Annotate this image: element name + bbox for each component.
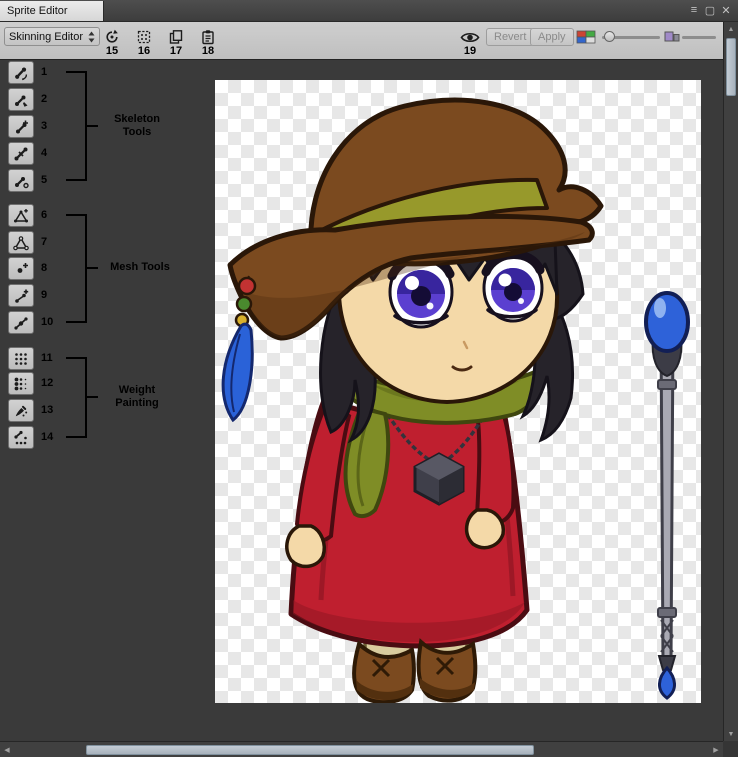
dropdown-arrows-icon bbox=[88, 31, 95, 43]
scroll-right-arrow[interactable]: ▶ bbox=[711, 742, 721, 757]
scroll-left-arrow[interactable]: ◀ bbox=[2, 742, 12, 757]
mip-slider[interactable] bbox=[682, 36, 716, 39]
visibility-button[interactable] bbox=[458, 27, 482, 47]
title-bar: Sprite Editor ≡ ▢ ✕ bbox=[0, 0, 738, 22]
window-tab-sprite-editor[interactable]: Sprite Editor bbox=[0, 1, 104, 21]
mode-dropdown[interactable]: Skinning Editor bbox=[4, 27, 100, 46]
staff bbox=[646, 293, 688, 698]
apply-button[interactable]: Apply bbox=[530, 28, 574, 46]
scroll-down-arrow[interactable]: ▼ bbox=[724, 729, 738, 739]
revert-button[interactable]: Revert bbox=[486, 28, 534, 46]
sprite-sheet-toggle-button[interactable] bbox=[132, 27, 156, 47]
annotation-number: 19 bbox=[458, 45, 482, 57]
paste-button[interactable] bbox=[196, 27, 220, 47]
copy-button[interactable] bbox=[164, 27, 188, 47]
annotation-number: 15 bbox=[100, 45, 124, 57]
zoom-slider-thumb[interactable] bbox=[604, 31, 615, 42]
close-icon[interactable]: ✕ bbox=[718, 0, 734, 20]
group-label-skeleton-tools: Skeleton Tools bbox=[100, 113, 174, 139]
group-label-mesh-tools: Mesh Tools bbox=[96, 261, 184, 274]
color-channels-button[interactable] bbox=[574, 29, 598, 45]
scroll-up-arrow[interactable]: ▲ bbox=[724, 24, 738, 34]
vertical-scrollbar[interactable]: ▲ ▼ bbox=[723, 22, 738, 741]
visibility-eye-icon bbox=[460, 31, 480, 44]
maximize-icon[interactable]: ▢ bbox=[702, 0, 718, 20]
horizontal-scrollbar[interactable]: ◀ ▶ bbox=[0, 741, 723, 757]
sprite-editor-window: Sprite Editor ≡ ▢ ✕ Skinning Editor 15 1… bbox=[0, 0, 738, 757]
pose-reset-icon bbox=[104, 29, 120, 45]
editor-canvas: 1 2 3 4 5 6 7 8 9 10 11 12 13 14 Skeleto… bbox=[0, 60, 723, 741]
annotation-number: 18 bbox=[196, 45, 220, 57]
annotation-number: 16 bbox=[132, 45, 156, 57]
sprite-sheet-icon bbox=[136, 29, 152, 45]
character-sprite bbox=[215, 80, 701, 703]
vertical-scroll-thumb[interactable] bbox=[726, 38, 736, 96]
horizontal-scroll-thumb[interactable] bbox=[86, 745, 534, 755]
mip-levels-icon bbox=[664, 30, 680, 48]
color-channels-icon bbox=[576, 30, 596, 44]
copy-icon bbox=[168, 29, 184, 45]
window-title: Sprite Editor bbox=[7, 5, 68, 17]
sprite-canvas[interactable] bbox=[215, 80, 701, 703]
toolbar: Skinning Editor 15 16 17 18 19 Revert Ap… bbox=[0, 22, 723, 60]
pose-reset-button[interactable] bbox=[100, 27, 124, 47]
mode-dropdown-label: Skinning Editor bbox=[9, 31, 83, 43]
right-eye bbox=[484, 254, 542, 321]
scrollbar-corner bbox=[723, 741, 738, 757]
group-label-weight-painting: Weight Painting bbox=[100, 384, 174, 410]
paste-icon bbox=[200, 29, 216, 45]
window-menu-icon[interactable]: ≡ bbox=[686, 0, 702, 20]
annotation-number: 17 bbox=[164, 45, 188, 57]
